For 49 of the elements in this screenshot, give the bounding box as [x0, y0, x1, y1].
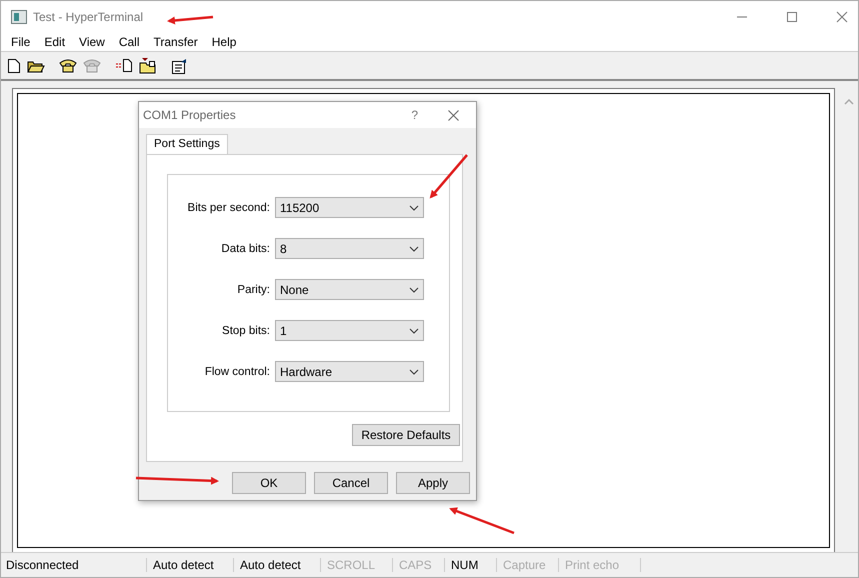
field-label: Data bits:	[220, 242, 270, 254]
restore-defaults-button[interactable]: Restore Defaults	[352, 424, 460, 446]
chevron-icon	[409, 246, 419, 252]
menu-item[interactable]: Edit	[37, 34, 72, 48]
field-label: Stop bits:	[221, 324, 270, 336]
status-field: SCROLL	[326, 558, 393, 572]
app-icon	[11, 10, 27, 24]
status-field: Print echo	[564, 558, 641, 572]
dialog-button[interactable]: Apply	[396, 472, 470, 494]
dropdown[interactable]: None	[275, 279, 424, 300]
receive-file-icon[interactable]	[139, 58, 157, 74]
menu-item[interactable]: Help	[204, 34, 244, 48]
maximize-button[interactable]	[786, 10, 798, 22]
chevron-icon	[409, 328, 419, 334]
close-icon[interactable]	[836, 10, 848, 22]
chevron-icon	[409, 286, 419, 292]
menu-item[interactable]: View	[72, 34, 112, 48]
annotation-arrow	[167, 16, 214, 24]
annotation-arrow	[430, 154, 468, 199]
window-title: Test - HyperTerminal	[33, 10, 144, 24]
help-button[interactable]: ?	[411, 108, 418, 122]
chevron-icon	[409, 204, 419, 210]
dropdown[interactable]: 115200	[275, 197, 424, 218]
menu-item[interactable]: File	[4, 34, 38, 48]
status-field: NUM	[450, 558, 497, 572]
menu-item[interactable]: Call	[112, 34, 146, 48]
dialog-title: COM1 Properties	[143, 108, 236, 122]
menu-item[interactable]: Transfer	[146, 34, 205, 48]
new-file-icon[interactable]	[7, 58, 21, 74]
status-field: Capture	[502, 558, 559, 572]
close-icon[interactable]	[448, 110, 459, 120]
status-field: CAPS	[398, 558, 445, 572]
phone-icon[interactable]	[59, 58, 77, 73]
dialog-button[interactable]: OK	[232, 472, 306, 494]
field-label: Bits per second:	[186, 202, 270, 214]
dropdown[interactable]: 8	[275, 238, 424, 259]
tab[interactable]: Port Settings	[146, 134, 228, 155]
status-field: Auto detect	[239, 558, 321, 572]
status-field: Auto detect	[152, 558, 234, 572]
annotation-arrow	[449, 507, 514, 534]
send-file-icon[interactable]	[115, 58, 133, 73]
properties-icon[interactable]	[171, 58, 189, 74]
chevron-icon	[409, 368, 419, 374]
dialog-button[interactable]: Cancel	[314, 472, 388, 494]
status-field: Disconnected	[5, 558, 147, 572]
dropdown[interactable]: 1	[275, 320, 424, 341]
field-label: Parity:	[236, 284, 270, 296]
field-label: Flow control:	[204, 366, 270, 378]
dropdown[interactable]: Hardware	[275, 361, 424, 382]
